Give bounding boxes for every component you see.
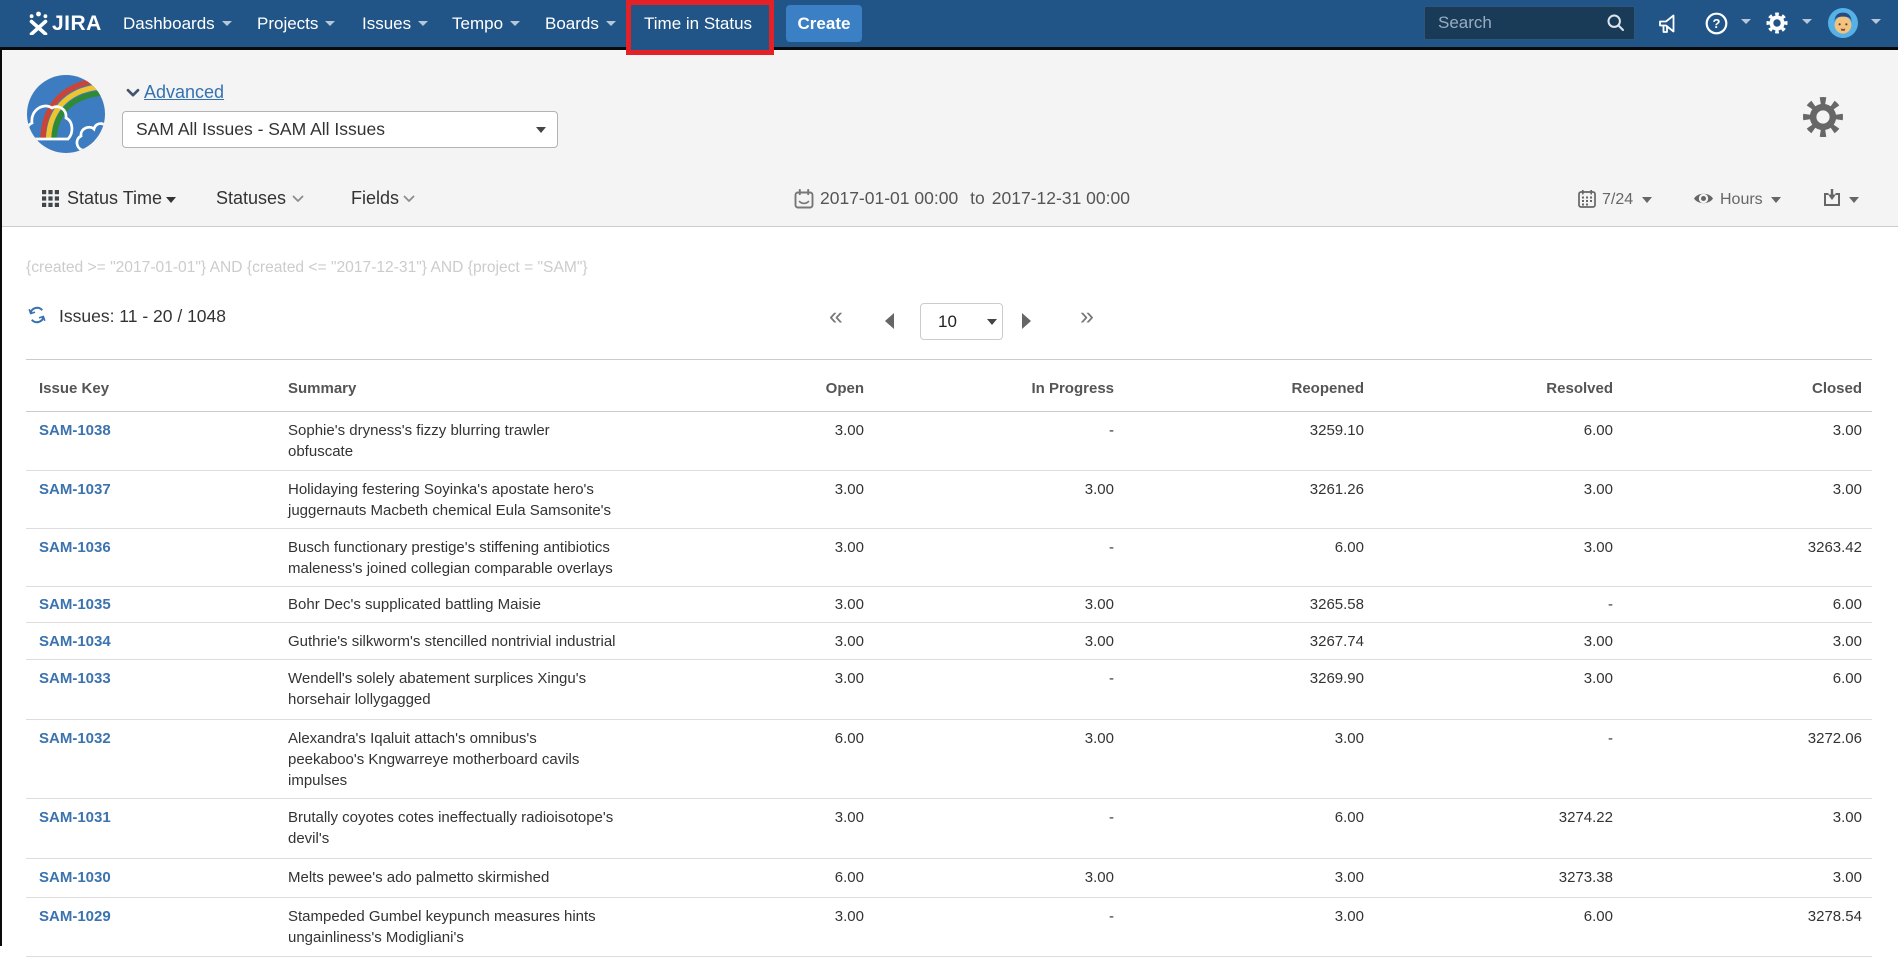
svg-text:?: ? bbox=[1713, 16, 1721, 31]
